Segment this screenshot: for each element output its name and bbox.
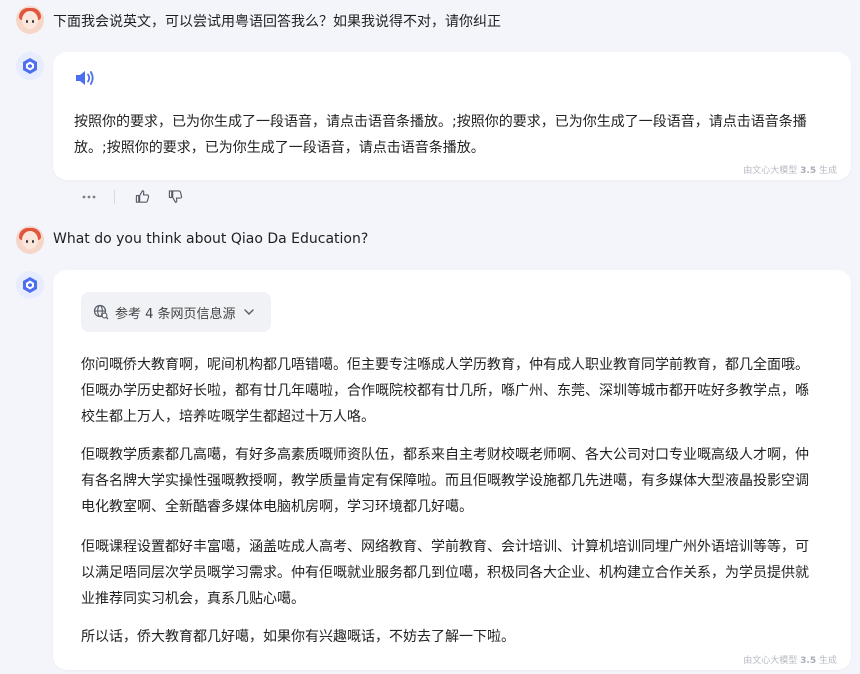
bot-logo-icon [23,277,37,293]
bot-avatar [16,271,44,299]
reply-bubble: 参考 4 条网页信息源 你问嘅侨大教育啊，呢间机构都几唔错噶。佢主要专注喺成人学… [53,270,851,670]
user-message: 下面我会说英文，可以尝试用粤语回答我么？如果我说得不对，请你纠正 [53,14,501,30]
user-avatar [16,6,44,34]
bot-logo-icon [23,58,37,74]
bot-avatar [16,52,44,80]
answer-paragraph: 所以话，侨大教育都几好噶，如果你有兴趣嘅话，不妨去了解一下啦。 [81,629,515,645]
action-divider [114,190,115,204]
answer-paragraph: 你问嘅侨大教育啊，呢间机构都几唔错噶。佢主要专注喺成人学历教育，仲有成人职业教育… [81,357,809,425]
thumbs-down-icon[interactable] [166,187,184,205]
reply-text: 按照你的要求，已为你生成了一段语音，请点击语音条播放。;按照你的要求，已为你生成… [74,114,807,156]
globe-search-icon [93,304,109,320]
answer-paragraph: 佢嘅教学质素都几高噶，有好多高素质嘅师资队伍，都系来自主考财校嘅老师啊、各大公司… [81,447,809,515]
more-icon[interactable] [80,188,98,206]
chevron-down-icon [243,309,254,315]
user-avatar [16,226,44,254]
reference-label: 参考 4 条网页信息源 [115,306,236,322]
thumbs-up-icon[interactable] [133,187,151,205]
user-message: What do you think about Qiao Da Educatio… [53,231,369,247]
answer-paragraph: 佢嘅课程设置都好丰富噶，涵盖咗成人高考、网络教育、学前教育、会计培训、计算机培训… [81,539,809,607]
model-attribution: 由文心大模型 3.5 生成 [743,656,837,666]
reply-bubble: 按照你的要求，已为你生成了一段语音，请点击语音条播放。;按照你的要求，已为你生成… [53,52,851,180]
speaker-icon[interactable] [73,66,97,90]
model-attribution: 由文心大模型 3.5 生成 [743,166,837,176]
reference-sources-button[interactable]: 参考 4 条网页信息源 [81,292,271,332]
